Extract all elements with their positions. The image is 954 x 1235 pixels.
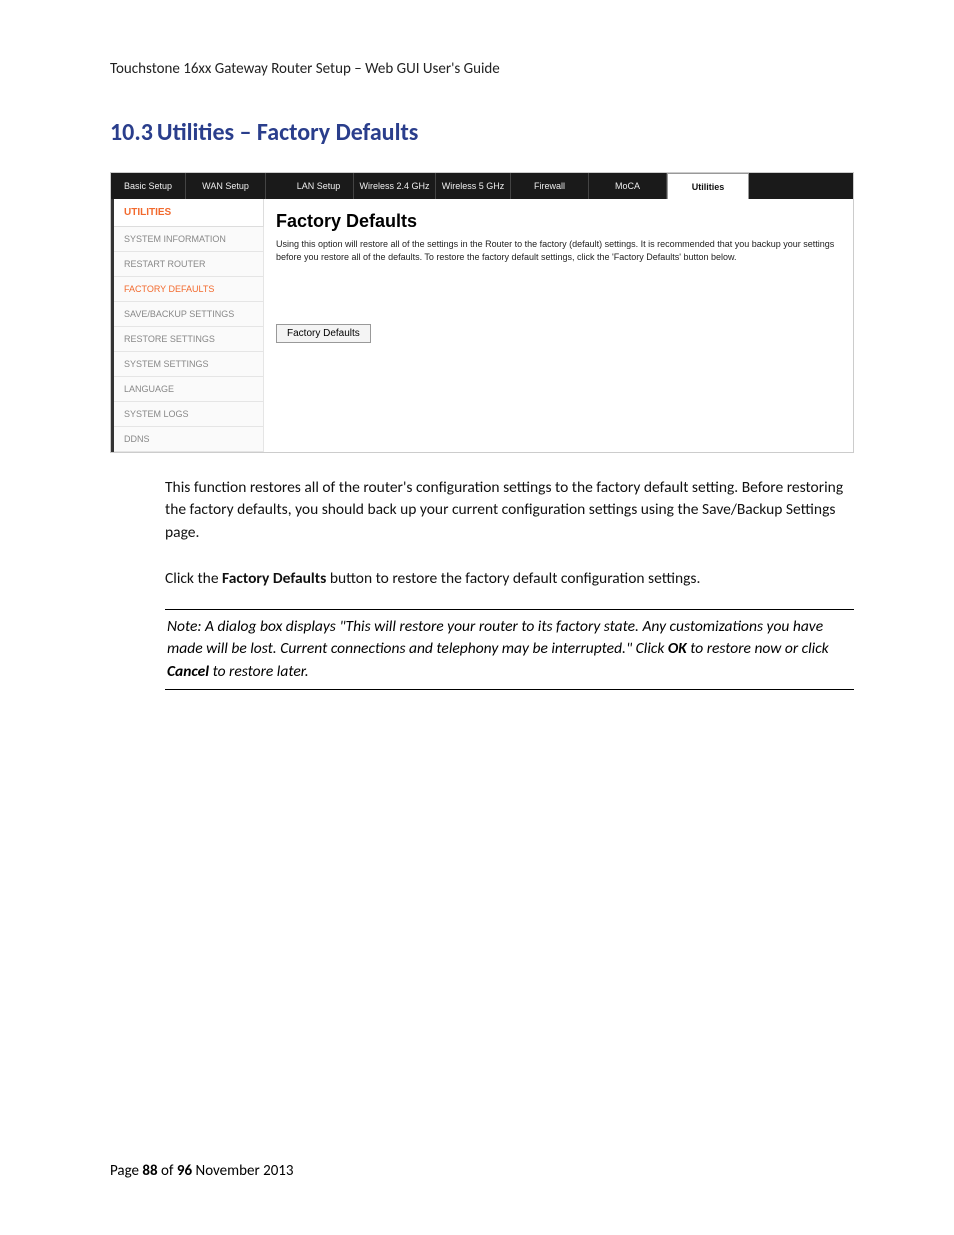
- top-tab-firewall[interactable]: Firewall: [511, 173, 589, 199]
- section-heading: 10.3Utilities – Factory Defaults: [110, 118, 854, 147]
- sidebar-item-save-backup-settings[interactable]: SAVE/BACKUP SETTINGS: [114, 302, 264, 327]
- section-title: Utilities – Factory Defaults: [157, 118, 418, 147]
- body-paragraph-2: Click the Factory Defaults button to res…: [165, 568, 854, 590]
- top-tab-lan-setup[interactable]: LAN Setup: [284, 173, 354, 199]
- page-footer: Page 88 of 96 November 2013: [110, 1162, 294, 1180]
- top-tab-basic-setup[interactable]: Basic Setup: [111, 173, 186, 199]
- router-ui-screenshot: Basic SetupWAN Setup LAN SetupWireless 2.…: [110, 172, 854, 453]
- sidebar-item-ddns[interactable]: DDNS: [114, 427, 264, 452]
- sidebar: UTILITIES SYSTEM INFORMATIONRESTART ROUT…: [111, 199, 264, 452]
- body-paragraph-1: This function restores all of the router…: [165, 477, 854, 544]
- main-panel: Factory Defaults Using this option will …: [264, 199, 853, 452]
- doc-header: Touchstone 16xx Gateway Router Setup – W…: [110, 60, 854, 78]
- top-nav: Basic SetupWAN Setup LAN SetupWireless 2.…: [111, 173, 853, 199]
- top-tab-wireless-2-4-ghz[interactable]: Wireless 2.4 GHz: [354, 173, 436, 199]
- tab-gap: [266, 173, 284, 199]
- note-box: Note: A dialog box displays "This will r…: [165, 609, 854, 690]
- sidebar-item-restore-settings[interactable]: RESTORE SETTINGS: [114, 327, 264, 352]
- section-number: 10.3: [110, 118, 153, 147]
- top-tab-utilities[interactable]: Utilities: [667, 173, 749, 199]
- sidebar-item-language[interactable]: LANGUAGE: [114, 377, 264, 402]
- top-tab-wan-setup[interactable]: WAN Setup: [186, 173, 266, 199]
- panel-description: Using this option will restore all of th…: [276, 238, 841, 263]
- panel-title: Factory Defaults: [276, 211, 841, 232]
- sidebar-item-system-logs[interactable]: SYSTEM LOGS: [114, 402, 264, 427]
- sidebar-header: UTILITIES: [114, 199, 264, 227]
- top-tab-moca[interactable]: MoCA: [589, 173, 667, 199]
- sidebar-item-system-settings[interactable]: SYSTEM SETTINGS: [114, 352, 264, 377]
- top-tab-wireless-5-ghz[interactable]: Wireless 5 GHz: [436, 173, 511, 199]
- sidebar-item-system-information[interactable]: SYSTEM INFORMATION: [114, 227, 264, 252]
- factory-defaults-button[interactable]: Factory Defaults: [276, 324, 371, 343]
- sidebar-item-restart-router[interactable]: RESTART ROUTER: [114, 252, 264, 277]
- sidebar-item-factory-defaults[interactable]: FACTORY DEFAULTS: [114, 277, 264, 302]
- tab-filler: [749, 173, 853, 199]
